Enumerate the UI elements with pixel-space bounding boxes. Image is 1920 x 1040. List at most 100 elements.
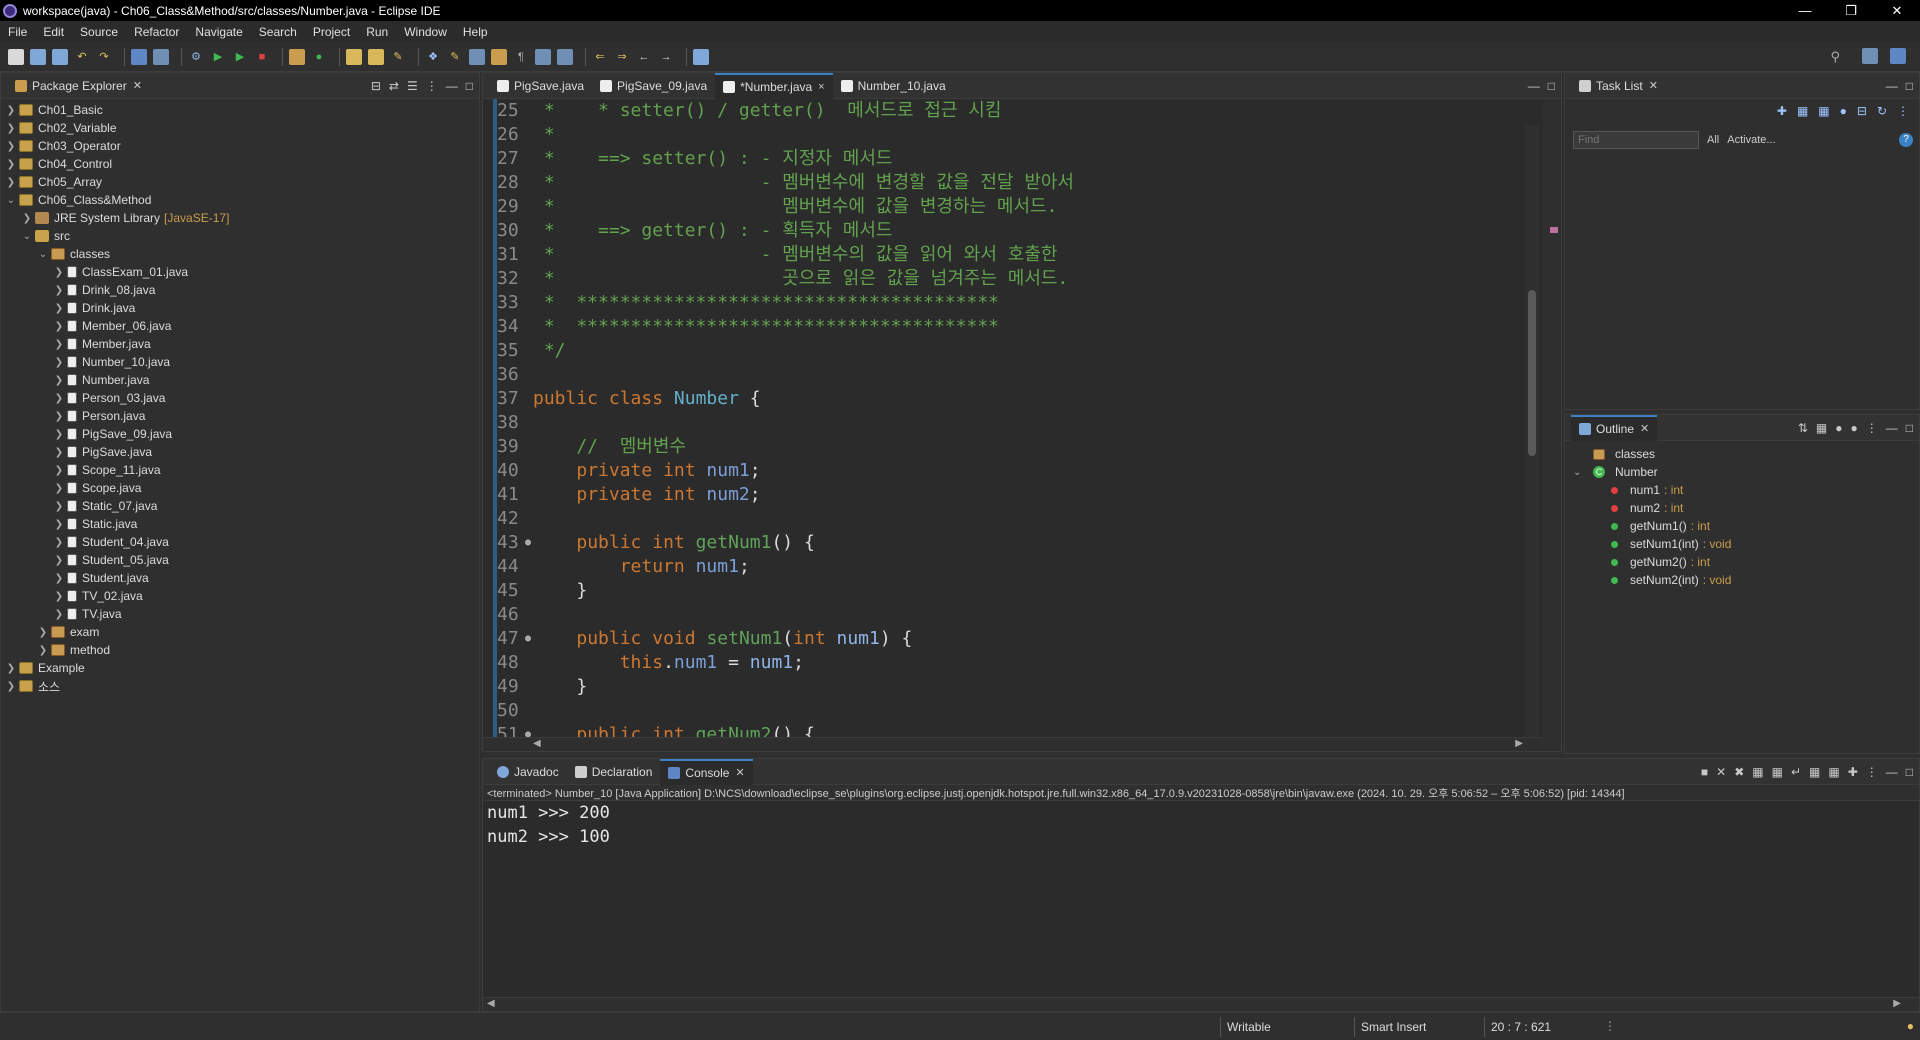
collapse-all-icon[interactable]: ⊟ xyxy=(1857,104,1867,118)
block-selection-icon[interactable] xyxy=(491,48,507,65)
next-annotation-icon[interactable] xyxy=(535,48,551,65)
tree-item-file[interactable]: ❯ PigSave_09.java xyxy=(1,425,479,443)
chevron-right-icon[interactable]: ❯ xyxy=(53,501,65,512)
tree-item-file[interactable]: ❯ Person.java xyxy=(1,407,479,425)
menu-project[interactable]: Project xyxy=(305,25,358,39)
tree-item-file[interactable]: ❯ Member_06.java xyxy=(1,317,479,335)
tab-number10-java[interactable]: Number_10.java xyxy=(833,73,954,99)
annotation-icon[interactable]: ❖ xyxy=(425,49,441,65)
close-icon[interactable]: ✕ xyxy=(1649,79,1658,92)
open-console-icon[interactable]: ✚ xyxy=(1848,765,1858,779)
highlight-icon[interactable]: ✎ xyxy=(447,49,463,65)
maximize-view-icon[interactable]: □ xyxy=(466,79,473,93)
scroll-thumb[interactable] xyxy=(1528,290,1536,456)
close-icon[interactable]: ✕ xyxy=(735,766,744,779)
outline-item-field[interactable]: num2 : int xyxy=(1565,499,1919,517)
hide-completed-icon[interactable]: ● xyxy=(1840,104,1847,118)
new-class-icon[interactable]: ● xyxy=(311,49,327,65)
link-with-editor-icon[interactable]: ⇄ xyxy=(389,79,399,93)
status-insert-mode[interactable]: Smart Insert xyxy=(1354,1017,1484,1037)
menu-window[interactable]: Window xyxy=(396,25,455,39)
tree-item-project[interactable]: ❯ Ch02_Variable xyxy=(1,119,479,137)
annotation-marker[interactable] xyxy=(1550,227,1558,233)
collapse-all-icon[interactable]: ⊟ xyxy=(371,79,381,93)
save-all-icon[interactable] xyxy=(52,48,68,65)
tree-item-file[interactable]: ❯ Drink.java xyxy=(1,299,479,317)
close-window-button[interactable]: ✕ xyxy=(1874,0,1920,21)
outline-item-field[interactable]: num1 : int xyxy=(1565,481,1919,499)
tree-item-jre[interactable]: ❯ JRE System Library [JavaSE-17] xyxy=(1,209,479,227)
terminate-icon[interactable]: ■ xyxy=(1701,765,1708,779)
chevron-right-icon[interactable]: ❯ xyxy=(53,537,65,548)
outline-item-package[interactable]: classes xyxy=(1565,445,1919,463)
tab-pigsave-java[interactable]: PigSave.java xyxy=(489,73,592,99)
coverage-icon[interactable]: ▶ xyxy=(232,49,248,65)
tab-number-java[interactable]: *Number.java × xyxy=(715,73,833,99)
menu-source[interactable]: Source xyxy=(72,25,126,39)
chevron-right-icon[interactable]: ❯ xyxy=(53,411,65,422)
chevron-right-icon[interactable]: ❯ xyxy=(53,555,65,566)
minimize-view-icon[interactable]: — xyxy=(1886,421,1898,435)
chevron-right-icon[interactable]: ❯ xyxy=(53,321,65,332)
scroll-right-icon[interactable]: ▶ xyxy=(1515,738,1523,749)
new-icon[interactable] xyxy=(8,48,24,65)
tree-item-project[interactable]: ❯ Ch01_Basic xyxy=(1,101,479,119)
chevron-right-icon[interactable]: ❯ xyxy=(53,447,65,458)
chevron-down-icon[interactable]: ⌄ xyxy=(21,231,33,242)
chevron-right-icon[interactable]: ❯ xyxy=(37,645,49,656)
tree-item-file[interactable]: ❯ Scope_11.java xyxy=(1,461,479,479)
external-tools-icon[interactable]: ■ xyxy=(254,49,270,65)
tree-item-file[interactable]: ❯ Drink_08.java xyxy=(1,281,479,299)
maximize-view-icon[interactable]: □ xyxy=(1906,79,1913,93)
tree-item-src[interactable]: ⌄ src xyxy=(1,227,479,245)
chevron-right-icon[interactable]: ❯ xyxy=(37,627,49,638)
search-tool-icon[interactable]: ✎ xyxy=(390,49,406,65)
sort-icon[interactable]: ⇅ xyxy=(1798,421,1808,435)
tree-item-file[interactable]: ❯ ClassExam_01.java xyxy=(1,263,479,281)
open-perspective-icon[interactable] xyxy=(1862,48,1878,64)
chevron-right-icon[interactable]: ❯ xyxy=(53,465,65,476)
scroll-left-icon[interactable]: ◀ xyxy=(487,998,495,1009)
tree-item-file[interactable]: ❯ Number_10.java xyxy=(1,353,479,371)
outline-item-method[interactable]: setNum2(int) : void xyxy=(1565,571,1919,589)
close-icon[interactable]: ✕ xyxy=(133,79,142,92)
tab-pigsave09-java[interactable]: PigSave_09.java xyxy=(592,73,715,99)
tree-item-file[interactable]: ❯ Static_07.java xyxy=(1,497,479,515)
hide-static-icon[interactable]: ● xyxy=(1835,421,1842,435)
open-type-icon[interactable] xyxy=(346,48,362,65)
chevron-right-icon[interactable]: ❯ xyxy=(21,213,33,224)
scheduled-icon[interactable]: ▦ xyxy=(1818,104,1829,118)
tab-console[interactable]: Console ✕ xyxy=(660,759,753,785)
outline-item-method[interactable]: getNum1() : int xyxy=(1565,517,1919,535)
chevron-right-icon[interactable]: ❯ xyxy=(53,393,65,404)
tree-item-file[interactable]: ❯ Student_04.java xyxy=(1,533,479,551)
menu-run[interactable]: Run xyxy=(358,25,396,39)
chevron-right-icon[interactable]: ❯ xyxy=(53,303,65,314)
menu-edit[interactable]: Edit xyxy=(35,25,72,39)
scroll-right-icon[interactable]: ▶ xyxy=(1893,998,1901,1009)
word-wrap-icon[interactable]: ↵ xyxy=(1791,765,1801,779)
open-task-icon[interactable] xyxy=(368,48,384,65)
menu-file[interactable]: File xyxy=(0,25,35,39)
chevron-right-icon[interactable]: ❯ xyxy=(5,681,17,692)
code-area[interactable]: 25 * * setter() / getter() 메서드로 접근 시킴 26… xyxy=(483,99,1543,739)
run-icon[interactable]: ▶ xyxy=(210,49,226,65)
tree-item-file[interactable]: ❯ PigSave.java xyxy=(1,443,479,461)
last-edit-icon[interactable]: ⇐ xyxy=(592,49,608,65)
chevron-right-icon[interactable]: ❯ xyxy=(53,609,65,620)
remove-launch-icon[interactable]: ✕ xyxy=(1716,765,1726,779)
chevron-right-icon[interactable]: ❯ xyxy=(5,123,17,134)
view-menu-icon[interactable]: ⋮ xyxy=(426,79,438,93)
prev-annotation-icon[interactable] xyxy=(557,48,573,65)
chevron-right-icon[interactable]: ❯ xyxy=(53,591,65,602)
tree-item-file[interactable]: ❯ Person_03.java xyxy=(1,389,479,407)
outline-item-class[interactable]: ⌄ C Number xyxy=(1565,463,1919,481)
outline-item-method[interactable]: getNum2() : int xyxy=(1565,553,1919,571)
hide-nonpublic-icon[interactable]: ● xyxy=(1851,421,1858,435)
fold-marker-icon[interactable]: ● xyxy=(525,627,531,651)
view-menu-icon[interactable]: ⋮ xyxy=(1866,765,1878,779)
maximize-view-icon[interactable]: □ xyxy=(1548,79,1555,93)
tree-item-file[interactable]: ❯ Student.java xyxy=(1,569,479,587)
chevron-right-icon[interactable]: ❯ xyxy=(53,375,65,386)
chevron-right-icon[interactable]: ❯ xyxy=(53,357,65,368)
